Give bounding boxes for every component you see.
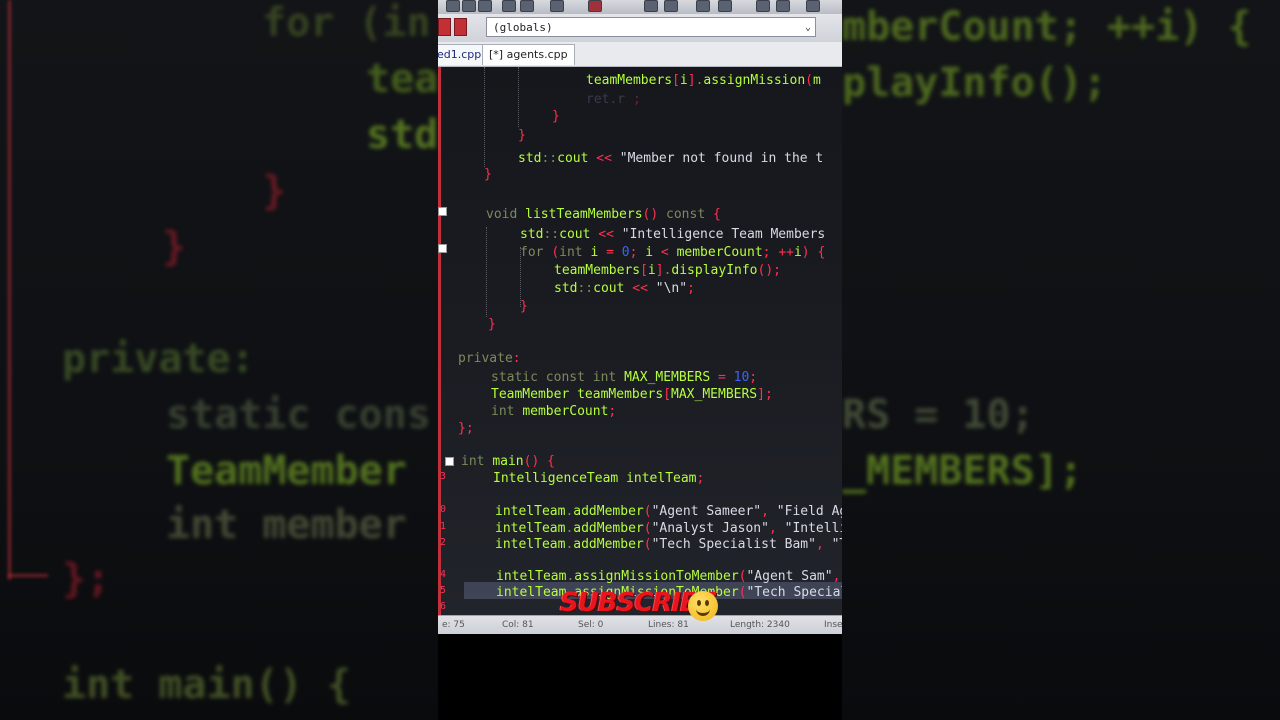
code-line: static const int MAX_MEMBERS = 10;	[491, 370, 758, 385]
code-line: }	[518, 128, 526, 143]
code-line: int memberCount;	[491, 404, 617, 419]
bg-text: playInfo();	[842, 60, 1107, 106]
bg-text: }	[262, 168, 287, 214]
toolbar-button[interactable]	[478, 0, 492, 12]
toolbar-button[interactable]	[806, 0, 820, 12]
code-line: TeamMember teamMembers[MAX_MEMBERS];	[491, 387, 773, 402]
bg-text: tea	[366, 56, 438, 102]
toolbar-button[interactable]	[644, 0, 658, 12]
bg-text: int main() {	[62, 662, 351, 708]
code-line: teamMembers[i].assignMission(m	[586, 73, 821, 88]
indent-guide	[518, 67, 519, 127]
code-line: }	[552, 109, 560, 124]
line-number: 6	[440, 601, 447, 612]
fold-toggle-icon[interactable]	[438, 244, 447, 253]
code-line: intelTeam.assignMissionToMember("Agent S…	[496, 569, 841, 584]
bg-text: RS = 10;	[842, 392, 1035, 438]
toolbar	[438, 0, 842, 15]
code-line: void listTeamMembers() const {	[486, 207, 721, 222]
code-line: std::cout << "Member not found in the t	[518, 151, 824, 166]
code-line: }	[488, 317, 496, 332]
blurred-background-right: mberCount; ++i) { playInfo(); RS = 10; _…	[842, 0, 1280, 720]
bg-gutter-line-end	[8, 574, 48, 577]
function-bar: (globals) ⌄	[438, 14, 842, 42]
code-line: std::cout << "Intelligence Team Members	[520, 227, 826, 242]
bookmark-icon[interactable]	[454, 18, 467, 36]
bg-text: _MEMBERS];	[842, 448, 1083, 494]
line-number: 3	[440, 471, 447, 482]
code-line: intelTeam.addMember("Tech Specialist Bam…	[495, 537, 842, 552]
fold-toggle-icon[interactable]	[445, 457, 454, 466]
toolbar-button[interactable]	[520, 0, 534, 12]
bg-text: for (in	[262, 0, 431, 46]
code-line: IntelligenceTeam intelTeam;	[493, 471, 705, 486]
globals-combo-value: (globals)	[493, 21, 553, 34]
toolbar-button[interactable]	[446, 0, 460, 12]
toolbar-button[interactable]	[462, 0, 476, 12]
bookmark-icon[interactable]	[438, 18, 451, 36]
code-editor[interactable]: teamMembers[i].assignMission(m ret.r ; }…	[438, 67, 842, 615]
bg-text: }	[162, 224, 187, 270]
code-line: teamMembers[i].displayInfo();	[554, 263, 781, 278]
fold-margin-line	[438, 67, 441, 615]
smiley-emoji-icon	[688, 591, 718, 621]
toolbar-button[interactable]	[756, 0, 770, 12]
status-mode: Inse	[824, 620, 842, 630]
line-number: 1	[440, 521, 447, 532]
status-line: e: 75	[442, 620, 465, 630]
code-line: intelTeam.addMember("Agent Sameer", "Fie…	[495, 504, 842, 519]
globals-combo[interactable]: (globals) ⌄	[486, 17, 816, 37]
indent-guide	[484, 67, 485, 167]
code-line: intelTeam.addMember("Analyst Jason", "In…	[495, 521, 842, 536]
fold-toggle-icon[interactable]	[438, 207, 447, 216]
code-line: int main() {	[461, 454, 555, 469]
line-number: 2	[440, 537, 447, 548]
status-sel: Sel: 0	[578, 620, 604, 630]
line-number: 5	[440, 585, 447, 596]
status-lines: Lines: 81	[648, 620, 689, 630]
toolbar-button[interactable]	[550, 0, 564, 12]
line-number: 4	[440, 569, 447, 580]
file-tabs: ed1.cpp [*] agents.cpp	[438, 42, 842, 67]
toolbar-button[interactable]	[696, 0, 710, 12]
bg-text: TeamMember	[166, 448, 407, 494]
code-line: std::cout << "\n";	[554, 281, 695, 296]
status-length: Length: 2340	[730, 620, 790, 630]
code-line: }	[520, 299, 528, 314]
toolbar-button[interactable]	[588, 0, 602, 12]
tab-agents-cpp[interactable]: [*] agents.cpp	[482, 44, 575, 65]
code-line: };	[458, 421, 474, 436]
status-col: Col: 81	[502, 620, 534, 630]
line-number: 0	[440, 504, 447, 515]
toolbar-button[interactable]	[664, 0, 678, 12]
code-line: for (int i = 0; i < memberCount; ++i) {	[520, 245, 826, 260]
toolbar-button[interactable]	[502, 0, 516, 12]
tab-ed1-cpp[interactable]: ed1.cpp	[438, 44, 489, 65]
bg-text: };	[62, 556, 111, 602]
toolbar-button[interactable]	[718, 0, 732, 12]
toolbar-button[interactable]	[776, 0, 790, 12]
indent-guide	[486, 227, 487, 317]
bg-text: mberCount; ++i) {	[842, 4, 1252, 50]
code-line: ret.r ;	[586, 92, 641, 107]
bg-text: private:	[62, 336, 255, 382]
bg-text: std	[366, 112, 438, 158]
code-line: private:	[458, 351, 521, 366]
bg-text: int member	[166, 502, 407, 548]
code-line: }	[484, 167, 492, 182]
blurred-background-left: for (in tea std } } private: static cons…	[0, 0, 438, 720]
chevron-down-icon[interactable]: ⌄	[805, 18, 811, 38]
bg-gutter-line	[8, 0, 11, 580]
bg-text: static cons	[166, 392, 431, 438]
